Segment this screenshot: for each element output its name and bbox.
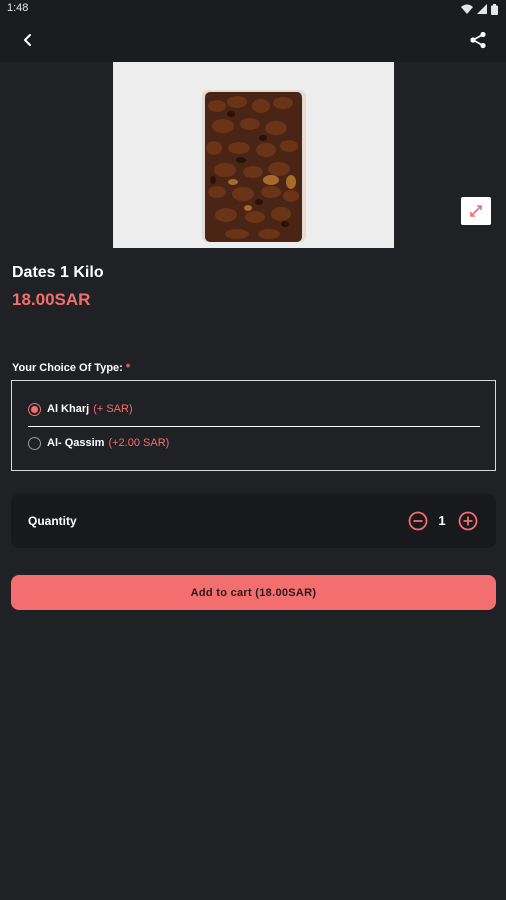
quantity-value: 1	[438, 513, 446, 528]
radio-button[interactable]	[28, 436, 41, 450]
minus-circle-icon	[408, 511, 428, 531]
quantity-label: Quantity	[28, 514, 77, 528]
signal-icon	[477, 4, 487, 14]
battery-icon	[491, 3, 498, 15]
choice-label-text: Your Choice Of Type:	[12, 362, 123, 374]
status-time: 1:48	[7, 2, 29, 14]
expand-icon	[470, 205, 482, 217]
radio-button-selected[interactable]	[28, 402, 41, 416]
status-bar: 1:48	[0, 0, 506, 18]
share-icon	[470, 31, 486, 49]
product-price: 18.00SAR	[12, 290, 91, 309]
option-name: Al- Qassim	[47, 437, 105, 449]
wifi-icon	[461, 4, 473, 14]
share-button[interactable]	[466, 28, 490, 52]
add-to-cart-button[interactable]: Add to cart (18.00SAR)	[11, 575, 496, 610]
app-bar	[0, 18, 506, 62]
expand-image-button[interactable]	[461, 197, 491, 225]
required-mark: *	[125, 362, 131, 374]
option-name: Al Kharj	[47, 403, 90, 415]
option-divider	[28, 426, 480, 427]
quantity-card: Quantity 1	[11, 494, 496, 548]
status-icons	[461, 3, 498, 15]
dates-package-image	[113, 62, 394, 248]
choice-type-label: Your Choice Of Type: *	[12, 362, 130, 374]
increase-quantity-button[interactable]	[458, 511, 478, 531]
product-name: Dates 1 Kilo	[12, 264, 104, 281]
chevron-left-icon	[24, 34, 31, 46]
add-to-cart-label: Add to cart (18.00SAR)	[190, 586, 317, 599]
option-al-kharj[interactable]: Al Kharj (+ SAR)	[28, 399, 133, 419]
decrease-quantity-button[interactable]	[408, 511, 428, 531]
option-price: (+2.00 SAR)	[108, 437, 170, 449]
type-options-group: Al Kharj (+ SAR) Al- Qassim (+2.00 SAR)	[11, 380, 496, 471]
option-al-qassim[interactable]: Al- Qassim (+2.00 SAR)	[28, 433, 169, 453]
product-image[interactable]	[113, 62, 394, 248]
option-price: (+ SAR)	[93, 403, 133, 415]
plus-circle-icon	[458, 511, 478, 531]
back-button[interactable]	[16, 28, 40, 52]
